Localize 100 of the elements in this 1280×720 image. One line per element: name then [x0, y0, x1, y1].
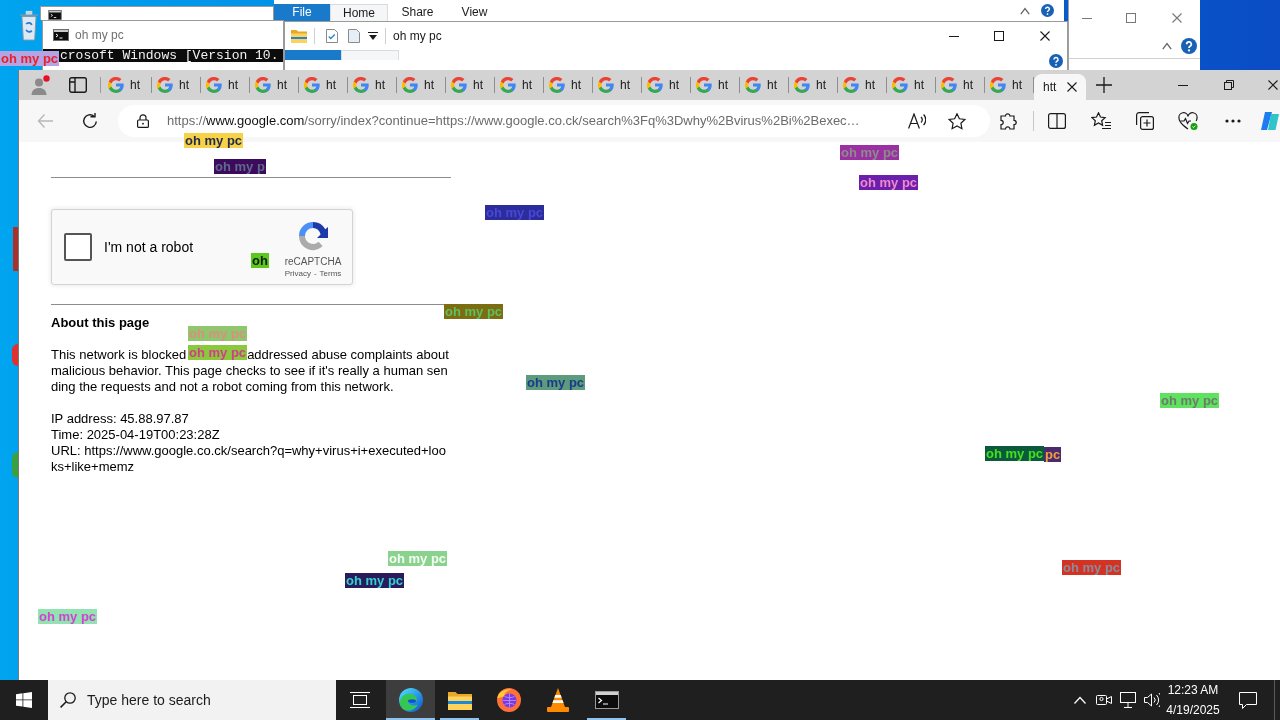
globe-icon	[496, 688, 521, 712]
close-icon[interactable]	[1040, 31, 1050, 42]
overlay-label: oh my pc	[388, 551, 448, 566]
browser-tab[interactable]: ht	[985, 70, 1034, 100]
document-icon[interactable]	[348, 29, 360, 44]
ribbon-tab[interactable]: View	[447, 4, 502, 21]
app-logo-icon[interactable]	[1261, 112, 1279, 130]
terminal-icon	[594, 691, 619, 709]
browser-icon	[398, 688, 423, 712]
maximize-icon[interactable]	[994, 31, 1004, 42]
minimize-icon[interactable]	[1178, 84, 1188, 86]
recaptcha-logo-icon	[297, 220, 329, 252]
volume-icon[interactable]	[1144, 692, 1160, 708]
favorites-icon[interactable]	[1091, 112, 1111, 130]
browser-tab[interactable]: ht	[103, 70, 152, 100]
overlay-label: pc	[1044, 447, 1062, 462]
browser-tab[interactable]: ht	[348, 70, 397, 100]
browser-tab[interactable]: ht	[544, 70, 593, 100]
notification-icon[interactable]	[1239, 691, 1257, 709]
close-icon[interactable]	[1067, 82, 1077, 92]
overlay-label: oh my pc	[1160, 393, 1220, 408]
g-logo-icon	[402, 77, 418, 93]
browser-tab[interactable]: ht	[789, 70, 838, 100]
browser-tab[interactable]: ht	[887, 70, 936, 100]
puzzle-icon[interactable]	[1000, 112, 1018, 130]
terms-link[interactable]: Terms	[319, 269, 342, 279]
g-logo-icon	[941, 77, 957, 93]
more-icon[interactable]	[1225, 119, 1241, 123]
ribbon-tab[interactable]: Share	[388, 4, 447, 21]
overlay-label: oh my pc	[184, 133, 244, 148]
browser-tab[interactable]: ht	[495, 70, 544, 100]
ribbon-tab[interactable]	[285, 50, 341, 61]
browser-tab[interactable]: ht	[299, 70, 348, 100]
browser-tab[interactable]: ht	[593, 70, 642, 100]
overlay-label: oh my pc	[859, 175, 919, 190]
folder-icon[interactable]	[291, 29, 307, 44]
browser-tab[interactable]: ht	[936, 70, 985, 100]
help-icon[interactable]	[1049, 54, 1063, 69]
browser-tab[interactable]: ht	[838, 70, 887, 100]
g-logo-icon	[990, 77, 1006, 93]
lock-icon[interactable]	[137, 114, 149, 128]
split-screen-icon[interactable]	[1048, 112, 1066, 130]
g-logo-icon	[892, 77, 908, 93]
star-icon[interactable]	[948, 112, 966, 130]
separator-text: -	[313, 269, 317, 279]
browser-tab[interactable]: ht	[201, 70, 250, 100]
collections-icon[interactable]	[1136, 112, 1154, 130]
paragraph-text: This network is blocked	[51, 347, 187, 363]
monitor-icon[interactable]	[1120, 692, 1136, 708]
g-logo-icon	[108, 77, 124, 93]
brand-text: reCAPTCHA	[284, 256, 342, 268]
help-icon[interactable]	[1041, 4, 1054, 17]
recycle-bin-icon[interactable]	[19, 9, 39, 41]
tab-actions-icon[interactable]	[69, 76, 87, 94]
overlay-label: oh my pc	[188, 345, 248, 360]
address-bar[interactable]: https://www.google.com/sorry/index?continue=https://www.google.co.ck/search%3Fq%3Dwhy%2Bvirus%2Bi%2Bexec…	[118, 105, 990, 137]
windows-logo-icon[interactable]	[16, 692, 32, 708]
task-view-icon[interactable]	[350, 692, 370, 708]
profile-icon[interactable]	[30, 75, 50, 95]
camera-icon[interactable]	[1096, 692, 1112, 708]
chevron-up-icon[interactable]	[1074, 696, 1086, 704]
overlay-label: oh my pc	[526, 375, 586, 390]
taskbar-button[interactable]	[386, 680, 435, 720]
caret-up-icon[interactable]	[1020, 6, 1030, 15]
checked-document-icon[interactable]	[326, 29, 338, 44]
read-aloud-icon[interactable]	[908, 113, 926, 129]
close-icon[interactable]	[1268, 80, 1278, 90]
browser-tab[interactable]: ht	[642, 70, 691, 100]
browser-tab[interactable]: ht	[446, 70, 495, 100]
g-logo-icon	[549, 77, 565, 93]
g-logo-icon	[843, 77, 859, 93]
dropdown-icon[interactable]	[368, 32, 378, 41]
browser-tab[interactable]: ht	[152, 70, 201, 100]
caret-up-icon[interactable]	[1162, 42, 1172, 50]
detail-text: IP address: 45.88.97.87	[51, 411, 190, 427]
ribbon-tab[interactable]: Home	[330, 4, 388, 21]
checkbox[interactable]	[64, 233, 92, 261]
g-logo-icon	[206, 77, 222, 93]
g-logo-icon	[500, 77, 516, 93]
minimize-icon[interactable]	[949, 35, 959, 37]
heart-monitor-icon[interactable]	[1178, 112, 1198, 130]
clock-time[interactable]: 12:23 AM	[1167, 680, 1219, 700]
browser-tab[interactable]: ht	[397, 70, 446, 100]
overlay-label: oh my pc	[840, 145, 900, 160]
g-logo-icon	[304, 77, 320, 93]
g-logo-icon	[647, 77, 663, 93]
browser-tab[interactable]: ht	[740, 70, 789, 100]
privacy-link[interactable]: Privacy	[284, 269, 311, 279]
file-menu-tab[interactable]: File	[274, 4, 330, 21]
clock-date[interactable]: 4/19/2025	[1166, 700, 1220, 720]
browser-tab[interactable]: ht	[250, 70, 299, 100]
restore-icon[interactable]	[1224, 80, 1234, 90]
browser-tab[interactable]: ht	[691, 70, 740, 100]
search-field[interactable]: Type here to search	[48, 680, 336, 720]
refresh-icon[interactable]	[82, 113, 98, 129]
g-logo-icon	[696, 77, 712, 93]
new-tab-icon[interactable]	[1096, 77, 1112, 93]
help-icon[interactable]	[1181, 38, 1197, 54]
overlay-label: oh my pc	[38, 609, 98, 624]
browser-tab[interactable]: htt	[1034, 74, 1086, 100]
